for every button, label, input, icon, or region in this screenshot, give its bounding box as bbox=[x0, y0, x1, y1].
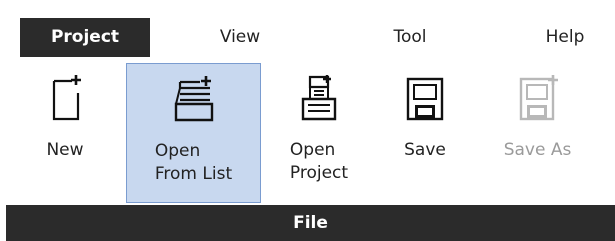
tab-help-label: Help bbox=[545, 26, 585, 47]
menu-bar: Project View Tool Help bbox=[0, 0, 615, 57]
tab-view-label: View bbox=[219, 26, 261, 47]
tab-tool-label: Tool bbox=[393, 26, 427, 47]
save-as-icon bbox=[513, 73, 563, 123]
open-from-list-button-label: Open From List bbox=[154, 141, 233, 184]
open-project-icon bbox=[294, 73, 344, 123]
save-button[interactable]: Save bbox=[385, 63, 465, 203]
new-document-icon bbox=[45, 73, 85, 123]
save-button-label: Save bbox=[404, 140, 446, 160]
save-as-button-label: Save As bbox=[503, 140, 572, 160]
tab-project[interactable]: Project bbox=[20, 18, 150, 57]
ribbon-group-label-bar: File bbox=[6, 205, 615, 241]
save-as-button[interactable]: Save As bbox=[490, 63, 585, 203]
open-project-button[interactable]: Open Project bbox=[274, 63, 364, 203]
save-icon bbox=[402, 73, 448, 123]
new-button[interactable]: New bbox=[30, 63, 100, 203]
new-button-label: New bbox=[46, 140, 84, 160]
open-from-list-icon bbox=[166, 74, 222, 124]
tab-tool[interactable]: Tool bbox=[370, 18, 450, 57]
tab-help[interactable]: Help bbox=[525, 18, 605, 57]
open-from-list-button[interactable]: Open From List bbox=[126, 63, 261, 203]
ribbon-group-label: File bbox=[293, 213, 328, 233]
tab-view[interactable]: View bbox=[200, 18, 280, 57]
open-project-button-label: Open Project bbox=[289, 140, 349, 183]
tab-project-label: Project bbox=[50, 26, 120, 47]
ribbon-panel: New Open From List Open Project Save Sav… bbox=[0, 57, 615, 205]
